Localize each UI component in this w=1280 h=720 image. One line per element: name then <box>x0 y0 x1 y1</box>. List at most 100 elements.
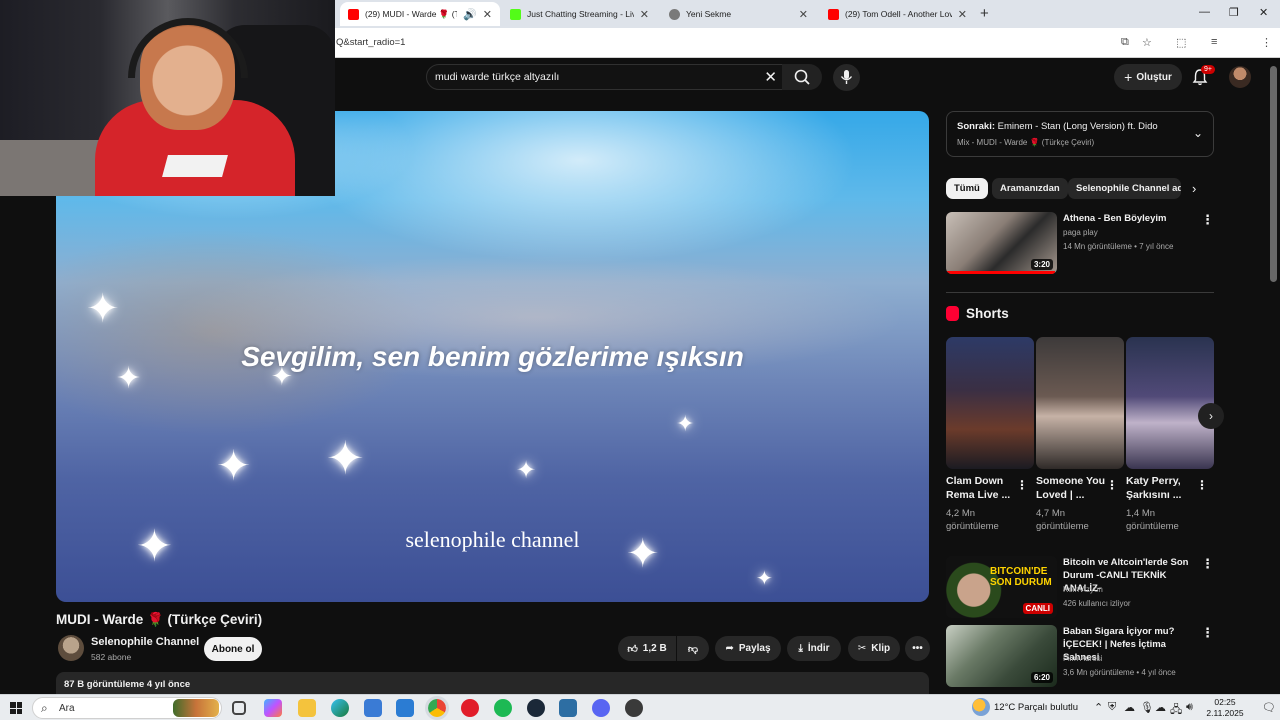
opera-icon[interactable] <box>461 699 479 717</box>
video-thumbnail[interactable]: 3:20 <box>946 212 1057 274</box>
short-thumbnail[interactable] <box>946 337 1034 469</box>
download-button[interactable]: ⤓ İndir <box>787 636 841 661</box>
cloud-icon[interactable]: ☁ <box>1124 701 1135 714</box>
weather-text[interactable]: 12°C Parçalı bulutlu <box>994 702 1078 713</box>
more-menu-icon[interactable]: ⋮ <box>1261 36 1272 49</box>
create-button[interactable]: + Oluştur <box>1114 64 1182 90</box>
volume-icon[interactable]: 🔊︎ <box>1186 701 1193 714</box>
microphone-icon[interactable]: 🎙︎ <box>1140 701 1154 714</box>
channel-name[interactable]: Film Adresi <box>1063 654 1103 663</box>
chevron-down-icon[interactable]: ⌄ <box>1193 126 1203 140</box>
channel-name[interactable]: KoinVizyon <box>1063 585 1103 594</box>
chrome-icon[interactable] <box>425 696 449 720</box>
chevron-up-icon[interactable]: ⌃ <box>1094 701 1103 714</box>
dislike-button[interactable]: 👎︎ <box>677 636 709 661</box>
short-title[interactable]: Katy Perry, Şarkısını ... <box>1126 474 1202 502</box>
taskbar-search[interactable]: ⌕ Ara <box>32 697 222 719</box>
clip-button[interactable]: ✂ Klip <box>848 636 900 661</box>
kebab-menu-icon[interactable]: ⋮ <box>1201 212 1214 228</box>
search-input[interactable]: mudi warde türkçe altyazılı ✕ <box>426 64 788 90</box>
minimize-icon[interactable]: — <box>1199 6 1210 18</box>
tab-title: Just Chatting Streaming - Live Streams o… <box>527 9 634 19</box>
bookmark-star-icon[interactable]: ☆ <box>1142 36 1152 49</box>
notification-center-icon[interactable]: 🗨︎ <box>1262 701 1276 714</box>
short-title[interactable]: Clam Down Rema Live ... <box>946 474 1022 502</box>
short-item[interactable]: Katy Perry, Şarkısını ... 1,4 Mn görüntü… <box>1126 337 1214 532</box>
spotify-icon[interactable] <box>494 699 512 717</box>
tab-tom-odell[interactable]: (29) Tom Odell - Another Love (Türkçe Çe… <box>820 2 975 26</box>
short-item[interactable]: Clam Down Rema Live ... 4,2 Mn görüntüle… <box>946 337 1034 532</box>
speaker-icon[interactable]: 🔊 <box>463 8 477 21</box>
start-button[interactable] <box>10 702 22 714</box>
url-field[interactable]: Q&start_radio=1 <box>336 37 405 48</box>
recommended-video[interactable]: BITCOIN'DE SON DURUM CANLI Bitcoin ve Alt… <box>946 556 1214 620</box>
obs-studio-icon[interactable] <box>625 699 643 717</box>
recommended-video[interactable]: 6:20 Baban Sigara İçiyor mu? İÇECEK! | N… <box>946 625 1214 689</box>
microsoft-store-icon[interactable] <box>364 699 382 717</box>
search-button[interactable] <box>782 64 822 90</box>
network-icon[interactable]: 🖧 <box>1170 701 1182 720</box>
steam-icon[interactable] <box>527 699 545 717</box>
search-icon: ⌕ <box>41 701 48 715</box>
mix-playlist-name: Mix - MUDI - Warde 🌹 (Türkçe Çeviri) <box>957 138 1095 147</box>
close-tab-icon[interactable]: ✕ <box>483 8 492 21</box>
close-tab-icon[interactable]: ✕ <box>799 8 808 21</box>
user-avatar[interactable] <box>1229 66 1251 88</box>
close-tab-icon[interactable]: ✕ <box>958 8 967 21</box>
kebab-menu-icon[interactable]: ⋮ <box>1106 478 1118 492</box>
video-thumbnail[interactable]: 6:20 <box>946 625 1057 687</box>
kebab-menu-icon[interactable]: ⋮ <box>1201 556 1214 572</box>
kebab-menu-icon[interactable]: ⋮ <box>1201 625 1214 641</box>
short-title[interactable]: Someone You Loved | ... <box>1036 474 1112 502</box>
new-tab-icon[interactable]: + <box>980 5 989 22</box>
extensions-icon[interactable]: ⬚ <box>1176 36 1186 49</box>
up-next-label: Sonraki: <box>957 121 996 132</box>
clear-search-icon[interactable]: ✕ <box>764 68 777 86</box>
media-controls-icon[interactable]: ≡ <box>1211 36 1217 48</box>
short-thumbnail[interactable] <box>1036 337 1124 469</box>
shorts-next-button[interactable]: › <box>1198 403 1224 429</box>
onedrive-icon[interactable]: ☁ <box>1155 701 1166 714</box>
tab-new-tab[interactable]: Yeni Sekme ✕ <box>661 2 816 26</box>
like-button[interactable]: 👍︎ 1,2 B <box>618 636 676 661</box>
discord-icon[interactable] <box>592 699 610 717</box>
close-window-icon[interactable]: ✕ <box>1259 6 1268 19</box>
more-actions-button[interactable]: ••• <box>905 636 930 661</box>
up-next-panel[interactable]: Sonraki: Eminem - Stan (Long Version) ft… <box>946 111 1214 157</box>
scrollbar[interactable] <box>1270 66 1277 282</box>
channel-avatar[interactable] <box>58 635 84 661</box>
short-item[interactable]: Someone You Loved | ... 4,7 Mn görüntüle… <box>1036 337 1124 532</box>
shield-icon[interactable]: ⛨ <box>1108 701 1116 714</box>
kebab-menu-icon[interactable]: ⋮ <box>1196 478 1208 492</box>
description-box[interactable]: 87 B görüntüleme 4 yıl önce <box>56 672 929 694</box>
copilot-icon[interactable] <box>264 699 282 717</box>
weather-icon[interactable] <box>972 698 990 716</box>
tab-mudi-warde[interactable]: (29) MUDI - Warde 🌹 (Türkçe Çeviri) 🔊 ✕ <box>340 2 500 26</box>
restore-icon[interactable]: ❐ <box>1229 6 1239 19</box>
share-button[interactable]: ➦ Paylaş <box>715 636 781 661</box>
recommended-video[interactable]: 3:20 Athena - Ben Böyleyim paga play 14 … <box>946 212 1214 276</box>
close-tab-icon[interactable]: ✕ <box>640 8 649 21</box>
short-thumbnail[interactable] <box>1126 337 1214 469</box>
chip-channel[interactable]: Selenophile Channel adlı <box>1068 178 1181 199</box>
task-view-icon[interactable] <box>232 701 246 715</box>
tab-kick[interactable]: Just Chatting Streaming - Live Streams o… <box>502 2 657 26</box>
app-icon[interactable] <box>559 699 577 717</box>
file-explorer-icon[interactable] <box>298 699 316 717</box>
mail-icon[interactable] <box>396 699 414 717</box>
channel-name[interactable]: paga play <box>1063 228 1098 237</box>
chip-from-search[interactable]: Aramanızdan <box>992 178 1068 199</box>
cast-icon[interactable]: ⧉ <box>1121 36 1129 49</box>
webcam-overlay <box>0 0 335 196</box>
chevron-right-icon[interactable]: › <box>1192 181 1196 196</box>
system-clock[interactable]: 02:25 2.11.2025 <box>1205 697 1245 719</box>
edge-browser-icon[interactable] <box>331 699 349 717</box>
chip-all[interactable]: Tümü <box>946 178 988 199</box>
kebab-menu-icon[interactable]: ⋮ <box>1016 478 1028 492</box>
video-thumbnail[interactable]: BITCOIN'DE SON DURUM CANLI <box>946 556 1057 618</box>
voice-search-button[interactable] <box>833 64 860 91</box>
video-title[interactable]: Athena - Ben Böyleyim <box>1063 212 1201 225</box>
view-count-date: 87 B görüntüleme 4 yıl önce <box>64 679 191 690</box>
subscribe-button[interactable]: Abone ol <box>204 637 262 661</box>
channel-name[interactable]: Selenophile Channel <box>91 636 199 648</box>
